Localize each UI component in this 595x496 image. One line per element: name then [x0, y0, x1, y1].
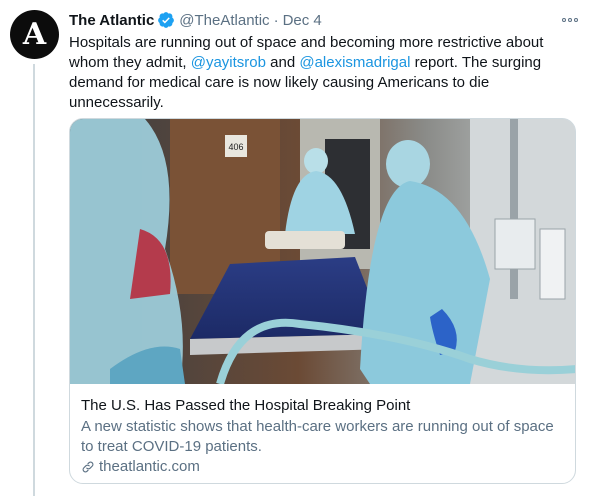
tweet-date[interactable]: Dec 4	[283, 12, 322, 29]
mention-yayitsrob[interactable]: @yayitsrob	[191, 54, 266, 71]
thread-line	[33, 64, 35, 496]
room-number-sign: 406	[228, 142, 243, 152]
card-title[interactable]: The U.S. Has Passed the Hospital Breakin…	[81, 397, 410, 414]
tweet-header: The Atlantic @TheAtlantic · Dec 4	[69, 9, 322, 31]
author-name[interactable]: The Atlantic	[69, 12, 154, 29]
card-description: A new statistic shows that health-care w…	[81, 418, 554, 455]
card-domain: theatlantic.com	[81, 458, 200, 475]
link-card[interactable]: 406 The U.S. Has Passed the Hospital Bre…	[69, 118, 576, 484]
more-options-icon[interactable]	[558, 10, 582, 30]
article-photo: 406	[70, 119, 575, 384]
tweet-text: Hospitals are running out of space and b…	[69, 33, 569, 113]
link-icon	[82, 461, 94, 472]
avatar[interactable]: A	[10, 10, 59, 59]
mention-alexismadrigal[interactable]: @alexismadrigal	[299, 54, 410, 71]
separator-dot: ·	[273, 11, 279, 29]
tweet-text-and: and	[265, 54, 300, 71]
author-handle[interactable]: @TheAtlantic	[179, 12, 269, 29]
verified-badge-icon	[158, 12, 175, 28]
avatar-letter: A	[22, 17, 47, 52]
card-domain-text: theatlantic.com	[99, 458, 200, 475]
tweet[interactable]: A The Atlantic @TheAtlantic · Dec 4 Hosp…	[0, 0, 595, 496]
